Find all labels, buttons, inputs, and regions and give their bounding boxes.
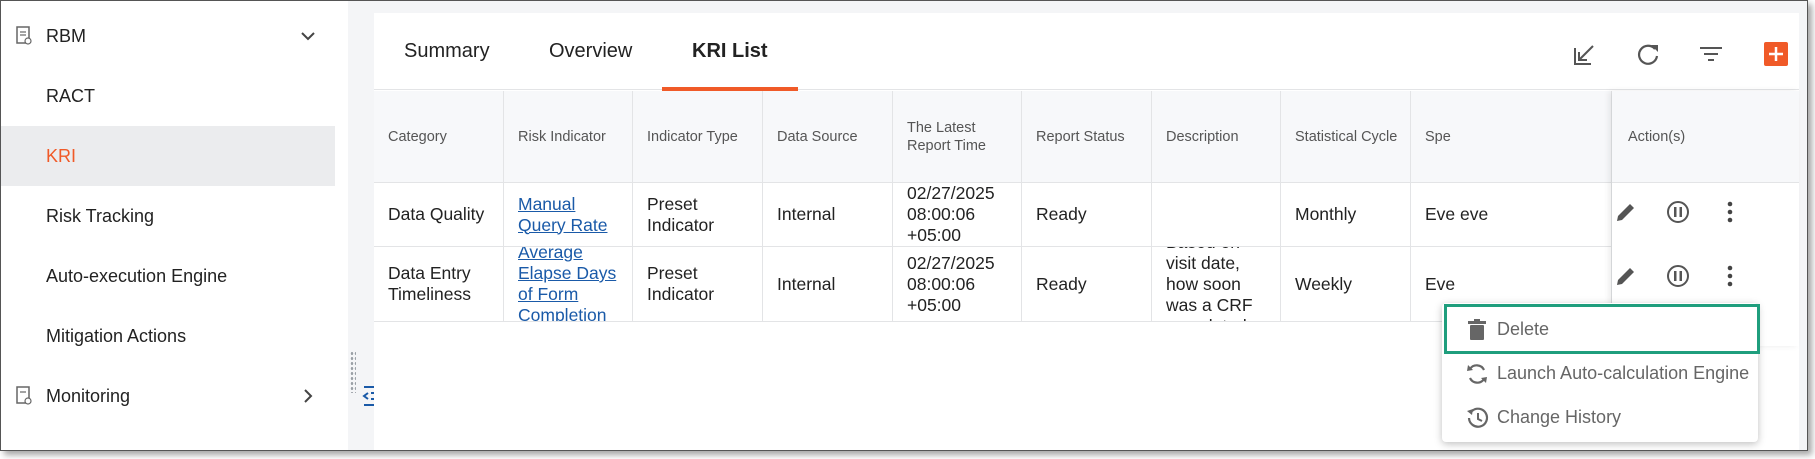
cell-indicator-type: Preset Indicator (633, 183, 763, 246)
refresh-icon[interactable] (1634, 40, 1662, 68)
table-row[interactable]: Data Quality Manual Query Rate Preset In… (374, 183, 1799, 247)
column-header[interactable]: Data Source (763, 91, 893, 183)
column-header[interactable]: Report Status (1022, 91, 1152, 183)
cell-category: Data Quality (374, 183, 504, 246)
sidebar-item-label: Mitigation Actions (46, 325, 187, 346)
tab-overview[interactable]: Overview (549, 13, 632, 90)
tab-bar: Summary Overview KRI List (374, 13, 1799, 91)
cell-data-source: Internal (763, 247, 893, 321)
edit-icon[interactable] (1612, 262, 1640, 290)
history-icon (1467, 407, 1489, 428)
table-header: Category Risk Indicator Indicator Type D… (374, 91, 1799, 183)
app-window: RBM RACT KRI Risk Tracking Auto-executio… (0, 0, 1808, 451)
column-header[interactable]: Spe (1411, 91, 1612, 183)
cell-category: Data Entry Timeliness (374, 247, 504, 321)
edit-icon[interactable] (1612, 198, 1640, 226)
cell-latest-report-time: 02/27/2025 08:00:06 +05:00 (893, 247, 1022, 321)
trash-icon (1468, 318, 1486, 340)
column-header[interactable]: Category (374, 91, 504, 183)
sidebar: RBM RACT KRI Risk Tracking Auto-executio… (1, 1, 348, 450)
report-icon (16, 26, 32, 45)
risk-indicator-link[interactable]: Average Elapse Days of Form Completion (518, 247, 624, 321)
cell-spec: Eve eve (1411, 183, 1612, 246)
monitor-report-icon (16, 386, 32, 405)
resize-handle[interactable] (350, 351, 356, 393)
sidebar-item-risk-tracking[interactable]: Risk Tracking (1, 186, 335, 246)
column-header[interactable]: Statistical Cycle (1281, 91, 1411, 183)
menu-item-change-history[interactable]: Change History (1442, 395, 1758, 440)
cell-report-status: Ready (1022, 183, 1152, 246)
sidebar-item-kri[interactable]: KRI (1, 126, 335, 186)
column-header[interactable]: Risk Indicator (504, 91, 633, 183)
export-icon[interactable] (1571, 40, 1599, 68)
cell-indicator-type: Preset Indicator (633, 247, 763, 321)
sidebar-item-label: RBM (46, 25, 86, 46)
menu-item-label: Change History (1497, 407, 1622, 427)
cell-risk-indicator: Manual Query Rate (504, 183, 633, 246)
sync-icon (1467, 363, 1487, 384)
more-options-icon[interactable] (1716, 198, 1744, 226)
sidebar-item-monitoring[interactable]: Monitoring (1, 366, 335, 426)
chevron-down-icon[interactable] (299, 27, 317, 45)
column-header[interactable]: Indicator Type (633, 91, 763, 183)
cell-description: Based on visit date, how soon was a CRF … (1152, 247, 1281, 321)
cell-risk-indicator: Average Elapse Days of Form Completion (504, 247, 633, 321)
pause-icon[interactable] (1664, 262, 1692, 290)
chevron-right-icon[interactable] (299, 387, 317, 405)
pause-icon[interactable] (1664, 198, 1692, 226)
sidebar-item-rbm[interactable]: RBM (1, 6, 335, 66)
add-button[interactable] (1764, 42, 1788, 66)
cell-statistical-cycle: Monthly (1281, 183, 1411, 246)
column-header[interactable]: Description (1152, 91, 1281, 183)
cell-description (1152, 183, 1281, 246)
menu-item-label: Delete (1497, 319, 1550, 339)
column-header-actions: Action(s) (1612, 91, 1799, 183)
more-options-icon[interactable] (1716, 262, 1744, 290)
menu-item-launch-auto-calculation-engine[interactable]: Launch Auto-calculation Engine (1442, 351, 1758, 396)
cell-statistical-cycle: Weekly (1281, 247, 1411, 321)
add-icon (1769, 47, 1783, 61)
sidebar-item-label: KRI (46, 145, 77, 166)
column-header[interactable]: The Latest Report Time (893, 91, 1022, 183)
row-actions-menu: Delete Launch Auto-calculation Engine Ch… (1442, 303, 1758, 442)
cell-report-status: Ready (1022, 247, 1152, 321)
sidebar-item-label: Risk Tracking (46, 205, 155, 226)
menu-item-label: Launch Auto-calculation Engine (1497, 363, 1750, 383)
sidebar-item-label: Auto-execution Engine (46, 265, 228, 286)
filter-icon[interactable] (1697, 40, 1725, 68)
tab-summary[interactable]: Summary (404, 13, 490, 90)
sidebar-item-mitigation-actions[interactable]: Mitigation Actions (1, 306, 335, 366)
sidebar-item-label: Monitoring (46, 385, 131, 406)
cell-data-source: Internal (763, 183, 893, 246)
risk-indicator-link[interactable]: Manual Query Rate (518, 194, 624, 236)
sidebar-item-auto-execution-engine[interactable]: Auto-execution Engine (1, 246, 335, 306)
tab-kri-list[interactable]: KRI List (662, 13, 797, 91)
sidebar-item-ract[interactable]: RACT (1, 66, 335, 126)
menu-item-delete[interactable]: Delete (1442, 307, 1758, 352)
cell-latest-report-time: 02/27/2025 08:00:06 +05:00 (893, 183, 1022, 246)
sidebar-item-label: RACT (46, 85, 95, 106)
